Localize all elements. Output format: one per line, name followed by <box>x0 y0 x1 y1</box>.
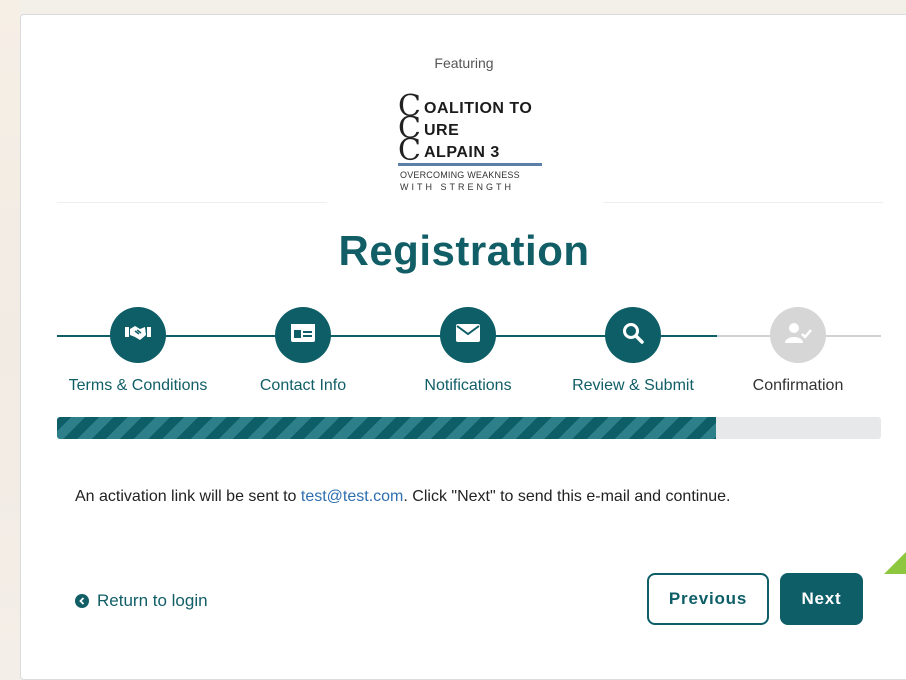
step-review-submit[interactable]: Review & Submit <box>548 307 718 395</box>
registration-card: Featuring C C C OALITION TO URE ALPAIN 3… <box>20 14 906 680</box>
logo-tagline-2: WITH STRENGTH <box>400 182 514 192</box>
progress-bar <box>57 417 881 439</box>
step-label: Confirmation <box>752 377 844 394</box>
divider <box>603 202 883 203</box>
step-confirmation[interactable]: Confirmation <box>713 307 883 395</box>
logo-line-2: URE <box>424 122 460 139</box>
previous-button[interactable]: Previous <box>647 573 769 625</box>
message-prefix: An activation link will be sent to <box>75 488 301 505</box>
featuring-label: Featuring <box>434 55 494 71</box>
logo-line-3: ALPAIN 3 <box>424 144 500 161</box>
email-address: test@test.com <box>300 488 404 505</box>
step-label: Notifications <box>424 377 512 394</box>
chevron-left-circle-icon <box>75 594 89 608</box>
id-card-icon <box>291 323 315 347</box>
page-title: Registration <box>338 227 590 274</box>
logo-line-1: OALITION TO <box>424 100 533 117</box>
background-strip <box>0 0 20 680</box>
envelope-icon <box>456 323 480 347</box>
return-to-login-label: Return to login <box>97 591 208 610</box>
return-to-login-link[interactable]: Return to login <box>75 591 208 611</box>
user-check-icon <box>784 322 812 349</box>
activation-message: An activation link will be sent to test@… <box>75 483 855 510</box>
progress-fill <box>57 417 717 439</box>
step-label: Contact Info <box>259 377 347 394</box>
step-label: Review & Submit <box>572 377 694 394</box>
logo-tagline-1: OVERCOMING WEAKNESS <box>400 170 520 180</box>
message-suffix: . Click "Next" to send this e-mail and c… <box>403 488 731 505</box>
step-notifications[interactable]: Notifications <box>383 307 553 395</box>
handshake-icon <box>125 323 151 348</box>
logo-bar <box>398 163 542 166</box>
coalition-logo: C C C OALITION TO URE ALPAIN 3 OVERCOMIN… <box>398 90 548 200</box>
step-terms-conditions[interactable]: Terms & Conditions <box>53 307 223 395</box>
divider <box>57 202 327 203</box>
corner-triangle-icon <box>884 552 906 574</box>
step-contact-info[interactable]: Contact Info <box>218 307 388 395</box>
step-label: Terms & Conditions <box>68 377 208 394</box>
search-icon <box>622 322 644 349</box>
next-button[interactable]: Next <box>780 573 863 625</box>
